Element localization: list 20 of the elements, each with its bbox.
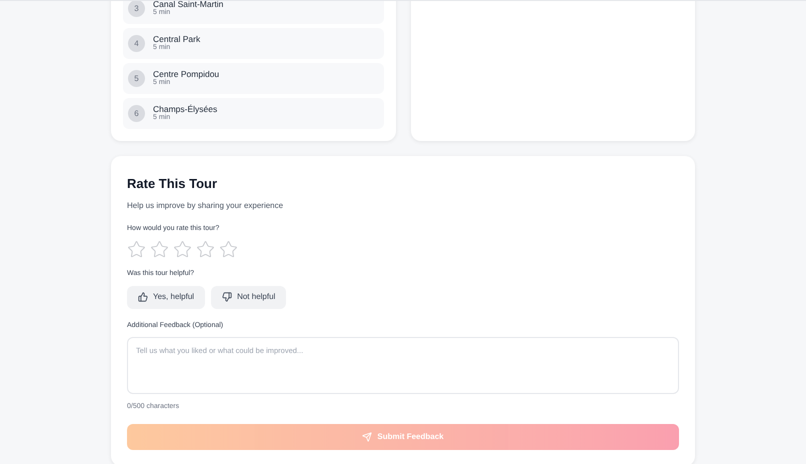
stop-number: 5 — [128, 70, 145, 87]
rating-title: Rate This Tour — [127, 175, 218, 193]
star-icon[interactable] — [173, 240, 192, 259]
star-icon[interactable] — [150, 240, 169, 259]
stop-number: 4 — [128, 35, 145, 52]
send-icon — [362, 432, 372, 442]
helpful-button[interactable]: Yes, helpful — [127, 286, 206, 308]
star-icon[interactable] — [196, 240, 215, 259]
stop-name: Champs-Élysées — [153, 104, 218, 114]
thumbs-up-icon — [138, 292, 148, 302]
stop-name: Central Park — [153, 34, 200, 44]
stop-name: Canal Saint-Martin — [153, 1, 224, 9]
helpful-button[interactable]: Not helpful — [211, 286, 286, 308]
star-icon[interactable] — [127, 240, 146, 259]
stop-number: 3 — [128, 1, 145, 17]
stop-number: 6 — [128, 105, 145, 122]
star-icon[interactable] — [219, 240, 238, 259]
stop-name: Centre Pompidou — [153, 68, 220, 79]
thumbs-down-icon — [222, 292, 232, 302]
rating-subtitle: Help us improve by sharing your experience — [127, 200, 284, 212]
